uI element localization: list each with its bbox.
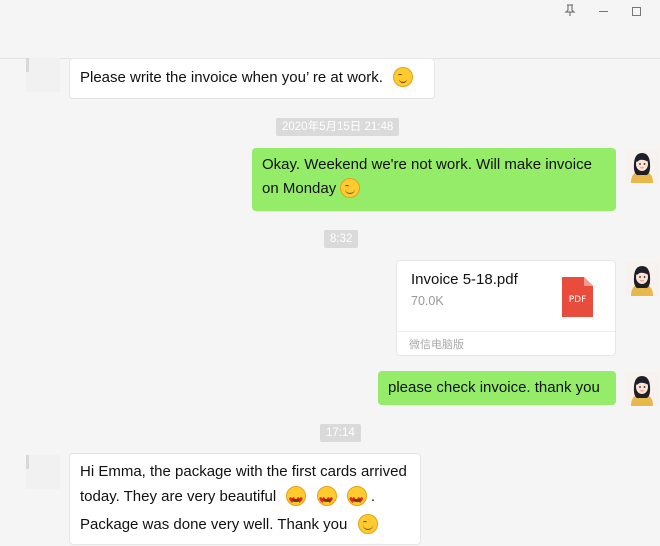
chat-title-bar [0,0,660,59]
file-card-divider [397,331,615,332]
my-avatar[interactable] [625,149,659,183]
contact-avatar[interactable] [26,58,60,92]
message-bubble-incoming[interactable]: Hi Emma, the package with the first card… [69,453,421,545]
message-text: . [370,488,376,505]
heart-eyes-emoji-icon [316,486,337,513]
pin-icon[interactable] [560,2,580,20]
file-name: Invoice 5-18.pdf [411,271,518,288]
file-source-label: 微信电脑版 [409,339,464,351]
wink-emoji-icon [393,67,414,87]
heart-eyes-emoji-icon [286,486,307,513]
file-size: 70.0K [411,294,444,308]
message-line: today. They are very beautiful [80,488,277,505]
my-avatar[interactable] [625,372,659,406]
my-avatar[interactable] [625,262,659,296]
message-text: Please write the invoice when you’ re at… [80,69,383,86]
message-line: on Monday [262,180,337,197]
minimize-icon[interactable] [594,2,614,20]
message-text: please check invoice. thank you [388,379,600,396]
pdf-file-icon: PDF [562,277,593,317]
timestamp: 8:32 [324,230,359,248]
maximize-icon[interactable] [627,2,647,20]
contact-avatar[interactable] [26,455,60,489]
message-line: Okay. Weekend we're not work. Will make … [262,156,592,173]
heart-eyes-emoji-icon [346,486,367,513]
timestamp: 17:14 [320,424,361,442]
file-message-card[interactable]: Invoice 5-18.pdf 70.0K PDF 微信电脑版 [396,260,616,356]
message-bubble-incoming[interactable]: Please write the invoice when you’ re at… [69,58,435,99]
message-line: Package was done very well. Thank you [80,516,348,533]
timestamp: 2020年5月15日 21:48 [276,118,400,136]
file-type-label: PDF [568,295,587,305]
message-line: Hi Emma, the package with the first card… [80,463,407,480]
message-bubble-outgoing[interactable]: please check invoice. thank you [378,371,616,405]
smile-emoji-icon [340,178,361,198]
message-bubble-outgoing[interactable]: Okay. Weekend we're not work. Will make … [252,148,616,211]
smile-emoji-icon [357,514,378,534]
